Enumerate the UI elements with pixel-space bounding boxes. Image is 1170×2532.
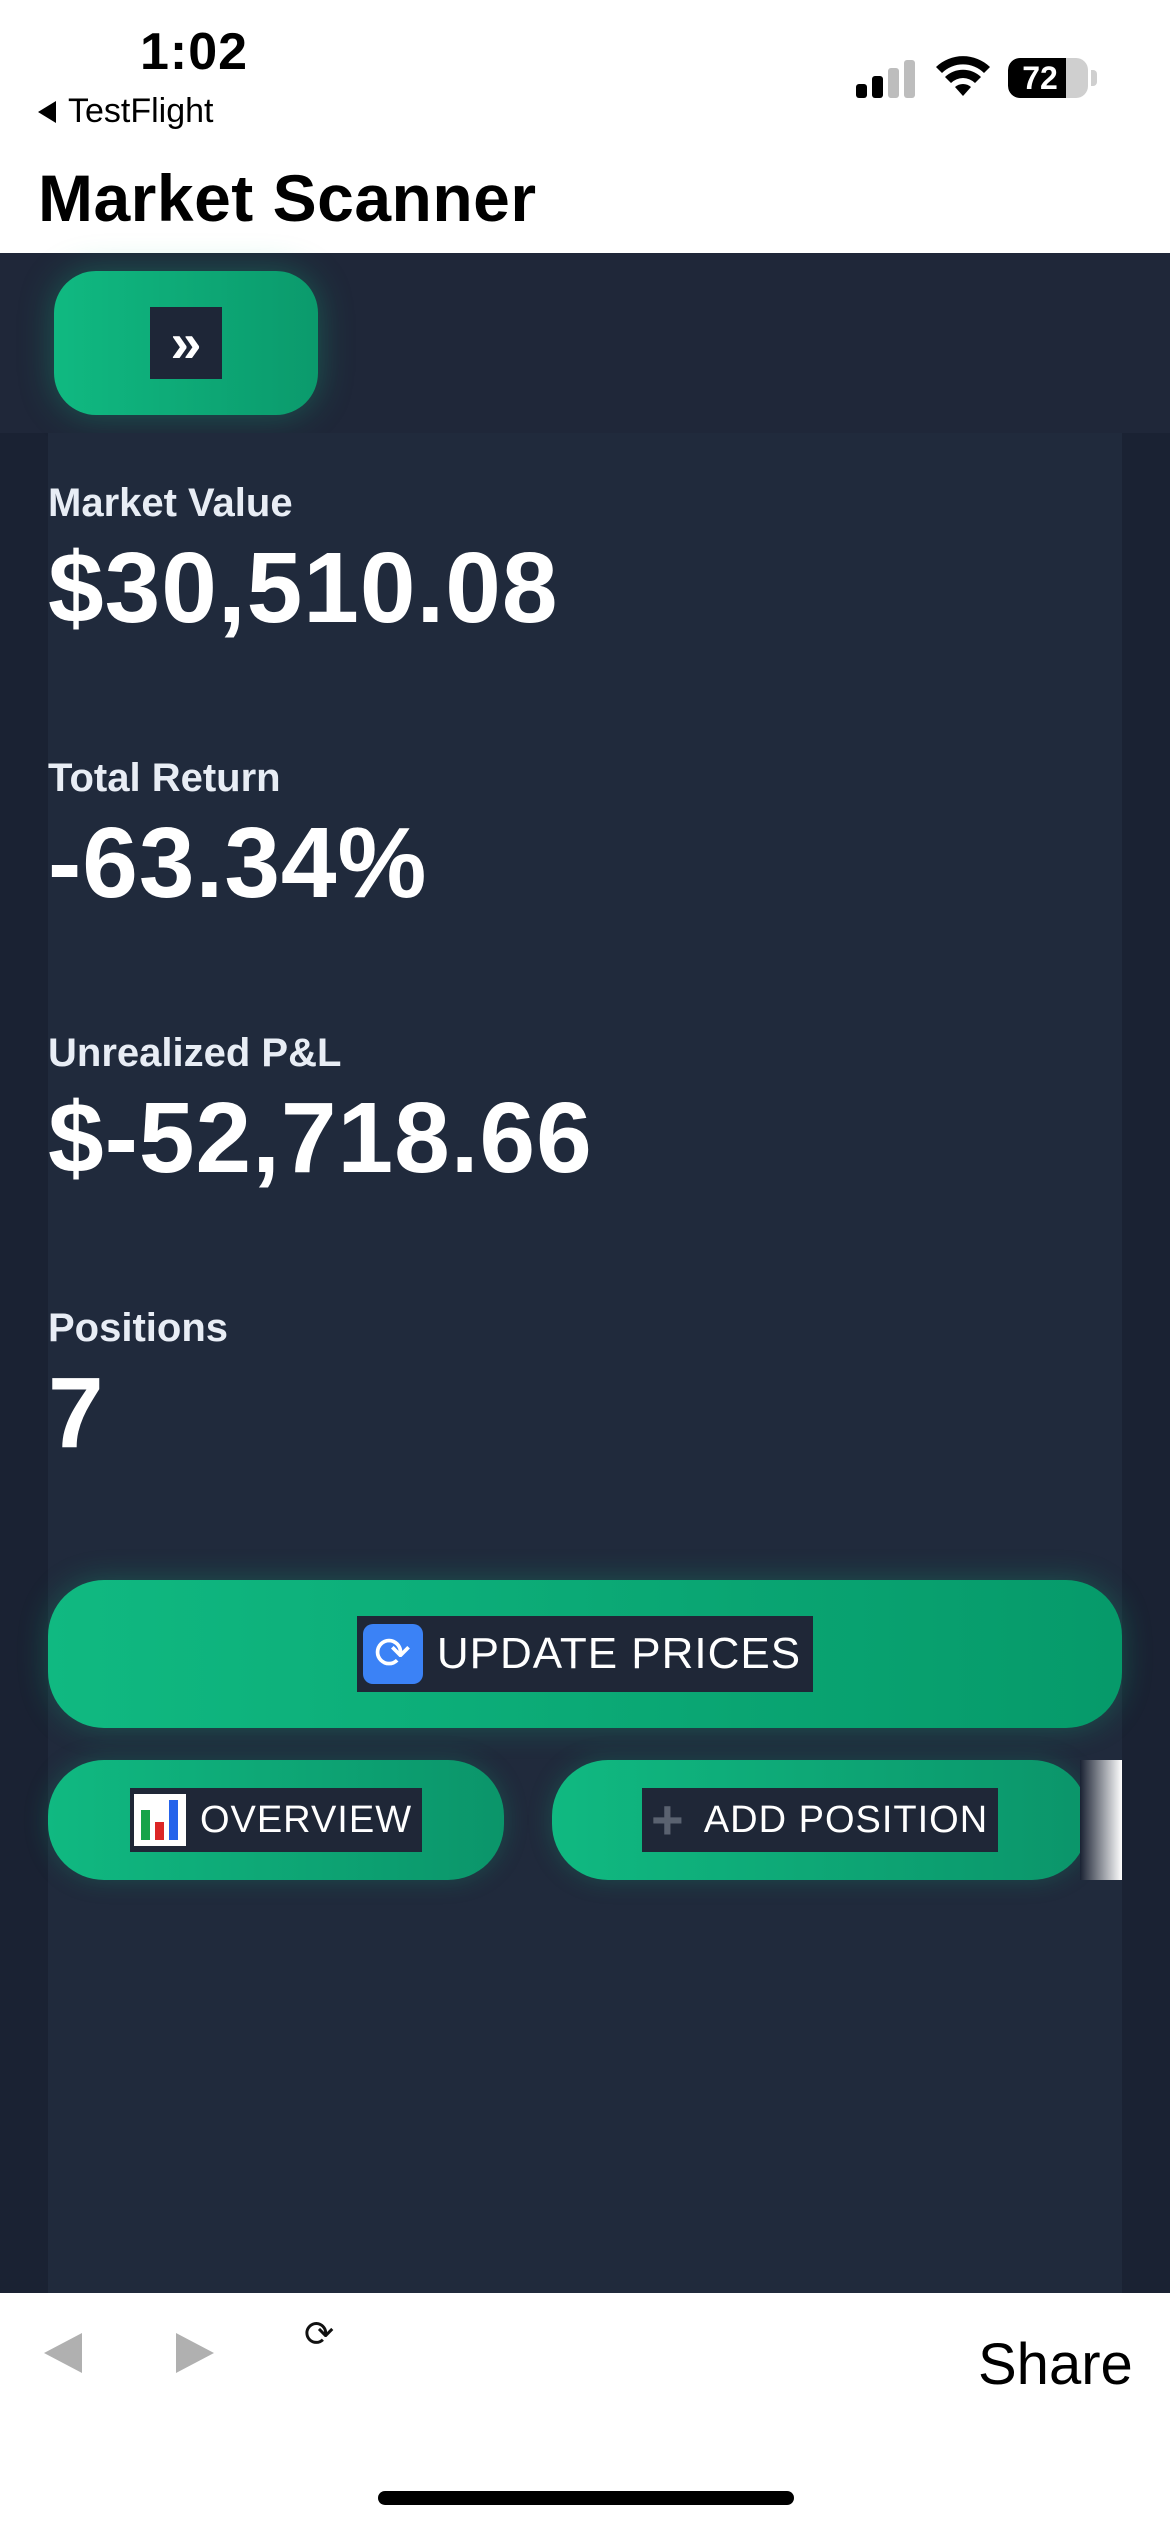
cellular-signal-icon [856, 58, 916, 98]
market-value: $30,510.08 [48, 532, 559, 644]
app-content: » Market Value $30,510.08 Total Return -… [0, 253, 1170, 2293]
back-app-label: TestFlight [68, 92, 214, 130]
status-bar: 1:02 TestFlight 72 [0, 0, 1170, 150]
update-prices-label: UPDATE PRICES [436, 1629, 802, 1678]
back-triangle-icon [38, 100, 56, 123]
unrealized-pl-value: $-52,718.66 [48, 1082, 593, 1194]
battery-level: 72 [1022, 60, 1058, 96]
top-toolbar: » [0, 253, 1170, 433]
browser-toolbar: ⟳ Share [0, 2293, 1170, 2532]
overview-button[interactable]: OVERVIEW [48, 1760, 504, 1880]
update-prices-label-box: ⟳ UPDATE PRICES [356, 1616, 814, 1692]
back-arrow-icon[interactable] [44, 2333, 82, 2373]
status-time: 1:02 [140, 23, 249, 81]
unrealized-pl-label: Unrealized P&L [48, 1031, 342, 1075]
back-to-testflight-link[interactable]: TestFlight [38, 92, 214, 131]
update-prices-button[interactable]: ⟳ UPDATE PRICES [48, 1580, 1122, 1728]
add-position-button[interactable]: + ADD POSITION [552, 1760, 1088, 1880]
double-chevron-right-icon: » [150, 307, 222, 379]
page-title: Market Scanner [38, 161, 537, 235]
total-return-value: -63.34% [48, 807, 428, 919]
market-value-label: Market Value [48, 481, 293, 525]
reload-icon[interactable]: ⟳ [304, 2313, 334, 2355]
overview-label: OVERVIEW [199, 1798, 413, 1841]
add-position-label-box: + ADD POSITION [641, 1788, 999, 1852]
positions-label: Positions [48, 1306, 229, 1350]
portfolio-summary-panel: Market Value $30,510.08 Total Return -63… [48, 433, 1122, 2293]
wifi-icon [936, 56, 990, 96]
horizontal-scroll-fade [1080, 1760, 1122, 1880]
forward-arrow-icon[interactable] [176, 2333, 214, 2373]
battery-nub [1091, 70, 1097, 86]
bar-chart-icon [133, 1794, 186, 1846]
overview-label-box: OVERVIEW [129, 1788, 423, 1852]
action-button-row: OVERVIEW + ADD POSITION [48, 1760, 1122, 1880]
home-indicator [378, 2491, 794, 2505]
battery-icon: 72 [1008, 58, 1088, 98]
expand-sidebar-button[interactable]: » [54, 271, 318, 415]
refresh-icon: ⟳ [362, 1624, 423, 1684]
total-return-label: Total Return [48, 756, 281, 800]
plus-icon: + [650, 1788, 685, 1851]
share-button[interactable]: Share [978, 2331, 1133, 2398]
add-position-label: ADD POSITION [703, 1798, 989, 1841]
positions-count: 7 [48, 1357, 105, 1469]
